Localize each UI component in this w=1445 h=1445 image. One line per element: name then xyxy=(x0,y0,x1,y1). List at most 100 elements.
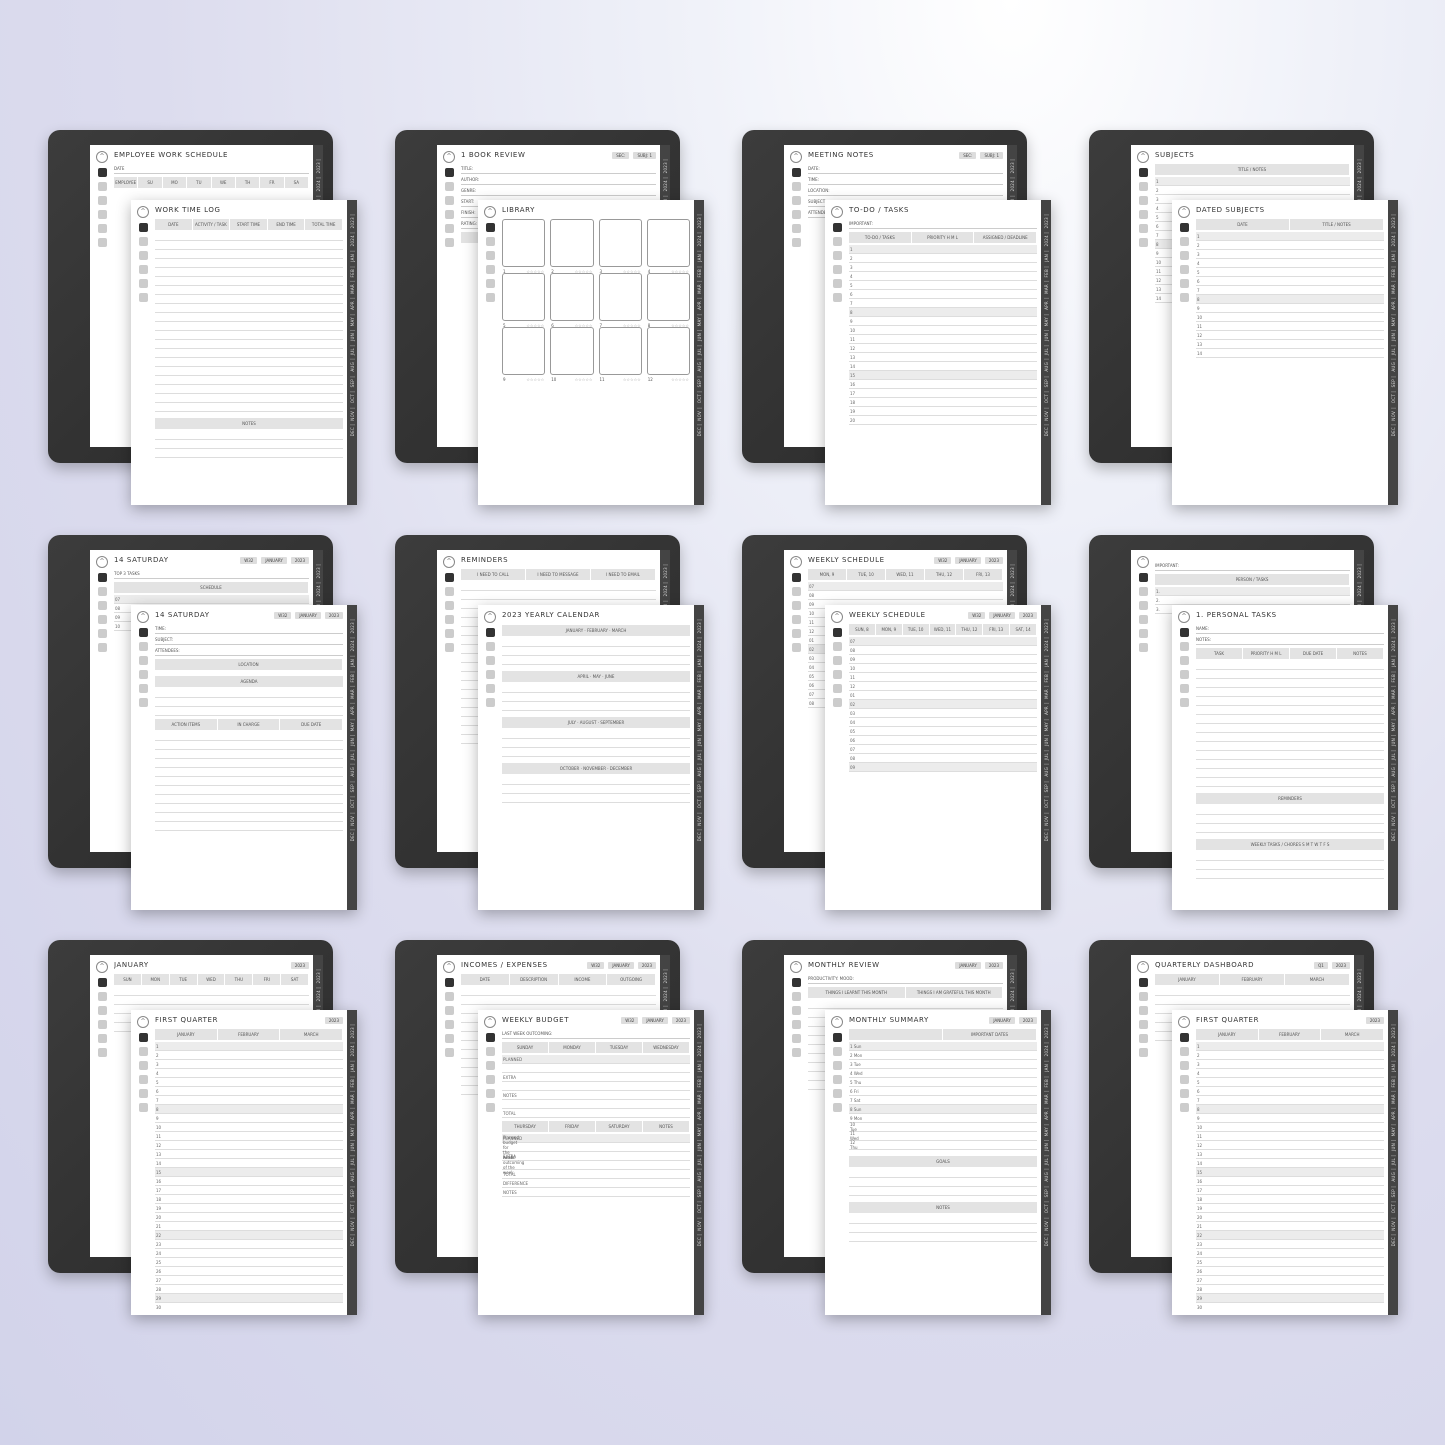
side-tab[interactable]: JUL xyxy=(1043,1154,1049,1168)
side-tab[interactable]: NOV xyxy=(1390,407,1396,423)
side-tab[interactable]: AUG xyxy=(1043,359,1049,374)
pen-tool-icon[interactable] xyxy=(97,168,107,177)
table-row[interactable]: 4 xyxy=(849,272,1037,281)
side-tab[interactable]: 2023 xyxy=(1356,564,1362,581)
table-row[interactable]: 7 xyxy=(155,1096,343,1105)
nav-chip[interactable]: 2023 xyxy=(324,1016,343,1024)
side-tab[interactable]: JUN xyxy=(696,734,702,748)
table-row[interactable]: 12 Thu xyxy=(849,1140,1037,1150)
scroll-up-icon[interactable]: ^ xyxy=(484,1016,496,1028)
table-row[interactable]: 7 Sat xyxy=(849,1096,1037,1105)
side-tab[interactable]: JUN xyxy=(1390,734,1396,748)
scroll-up-icon[interactable]: ^ xyxy=(137,1016,149,1028)
table-row[interactable]: 28 xyxy=(155,1285,343,1294)
table-row[interactable]: 13 xyxy=(1196,340,1384,349)
table-row[interactable]: 07 xyxy=(849,637,1037,646)
side-tab[interactable]: AUG xyxy=(1390,764,1396,779)
table-row[interactable] xyxy=(502,1082,690,1091)
table-row[interactable] xyxy=(1196,679,1384,688)
table-row[interactable]: 2 xyxy=(1196,241,1384,250)
side-tab[interactable]: SEP xyxy=(349,780,355,795)
side-tab[interactable]: 2023 xyxy=(1390,619,1396,636)
pen-tool-icon[interactable] xyxy=(138,1061,148,1070)
side-tab[interactable]: APR xyxy=(1043,297,1049,312)
table-row[interactable]: 4 xyxy=(155,1069,343,1078)
form-field[interactable]: LOCATION: xyxy=(808,186,1003,196)
pen-tool-icon[interactable] xyxy=(444,182,454,191)
side-tab[interactable]: OCT xyxy=(349,1201,355,1216)
side-tab[interactable]: 2024 xyxy=(1356,582,1362,599)
undo-icon[interactable] xyxy=(97,629,107,638)
side-tab[interactable]: OCT xyxy=(696,391,702,406)
form-field[interactable]: ATTENDEES: xyxy=(155,646,343,656)
pen-tool-icon[interactable] xyxy=(444,196,454,205)
side-tab[interactable]: JAN xyxy=(349,1060,355,1074)
pen-tool-icon[interactable] xyxy=(97,196,107,205)
side-tab[interactable]: MAR xyxy=(349,281,355,296)
form-field[interactable]: DATE: xyxy=(808,164,1003,174)
table-row[interactable] xyxy=(461,582,656,591)
scroll-up-icon[interactable]: ^ xyxy=(484,611,496,623)
pen-tool-icon[interactable] xyxy=(97,182,107,191)
side-tab[interactable]: JUN xyxy=(1043,329,1049,343)
side-tab[interactable]: 2023 xyxy=(315,969,321,986)
table-row[interactable]: EXTRA xyxy=(502,1152,690,1161)
table-row[interactable]: 07 xyxy=(849,745,1037,754)
pen-tool-icon[interactable] xyxy=(485,237,495,246)
section-line[interactable] xyxy=(502,656,690,665)
table-row[interactable] xyxy=(155,376,343,385)
side-tab[interactable]: OCT xyxy=(1043,796,1049,811)
side-tab[interactable]: JAN xyxy=(696,655,702,669)
side-tab[interactable]: NOV xyxy=(1043,1217,1049,1233)
pen-tool-icon[interactable] xyxy=(138,265,148,274)
table-row[interactable]: 12 xyxy=(1196,331,1384,340)
table-row[interactable]: 26 xyxy=(1196,1267,1384,1276)
table-row[interactable]: NOTES xyxy=(502,1091,690,1100)
table-row[interactable]: 8 xyxy=(155,1105,343,1114)
table-row[interactable]: 19 xyxy=(849,407,1037,416)
table-row[interactable]: 7 xyxy=(1196,286,1384,295)
side-tab[interactable]: JUL xyxy=(349,749,355,763)
redo-icon[interactable] xyxy=(444,1048,454,1057)
side-tab[interactable]: OCT xyxy=(1043,1201,1049,1216)
pen-tool-icon[interactable] xyxy=(444,587,454,596)
section-line[interactable] xyxy=(849,1224,1037,1233)
side-tab[interactable]: 2023 xyxy=(1390,214,1396,231)
side-tab[interactable]: JUL xyxy=(696,344,702,358)
undo-icon[interactable] xyxy=(138,279,148,288)
book-cover-slot[interactable]: 8 ☆☆☆☆☆ xyxy=(646,273,690,328)
section-line[interactable] xyxy=(155,449,343,458)
pen-tool-icon[interactable] xyxy=(485,656,495,665)
pen-tool-icon[interactable] xyxy=(832,1061,842,1070)
undo-icon[interactable] xyxy=(1138,224,1148,233)
side-tab[interactable]: MAR xyxy=(1043,686,1049,701)
side-tab[interactable]: 2023 xyxy=(696,1024,702,1041)
section-line[interactable] xyxy=(849,1169,1037,1178)
redo-icon[interactable] xyxy=(791,1048,801,1057)
scroll-up-icon[interactable]: ^ xyxy=(831,1016,843,1028)
side-tab[interactable]: 2023 xyxy=(349,619,355,636)
side-tab[interactable]: MAY xyxy=(1043,313,1049,328)
redo-icon[interactable] xyxy=(97,643,107,652)
pen-tool-icon[interactable] xyxy=(138,223,148,232)
side-tab[interactable]: MAY xyxy=(1390,313,1396,328)
pen-tool-icon[interactable] xyxy=(791,601,801,610)
form-field[interactable]: DATE xyxy=(114,164,309,174)
table-row[interactable]: 09 xyxy=(849,763,1037,772)
side-tab[interactable]: MAY xyxy=(1043,1123,1049,1138)
nav-chip[interactable]: JANUARY xyxy=(955,961,981,969)
table-row[interactable]: 11 xyxy=(849,335,1037,344)
side-tab[interactable]: 2023 xyxy=(696,214,702,231)
table-row[interactable] xyxy=(155,322,343,331)
pen-tool-icon[interactable] xyxy=(1179,251,1189,260)
scroll-up-icon[interactable]: ^ xyxy=(1178,1016,1190,1028)
table-row[interactable]: 17 xyxy=(1196,1186,1384,1195)
nav-chip[interactable]: W32 xyxy=(621,1016,639,1024)
table-row[interactable] xyxy=(1155,987,1350,996)
table-row[interactable] xyxy=(1196,661,1384,670)
side-tab[interactable]: JUL xyxy=(696,749,702,763)
redo-icon[interactable] xyxy=(444,238,454,247)
side-tab[interactable]: APR xyxy=(1390,1107,1396,1122)
side-tab[interactable]: JAN xyxy=(696,250,702,264)
pen-tool-icon[interactable] xyxy=(138,1075,148,1084)
